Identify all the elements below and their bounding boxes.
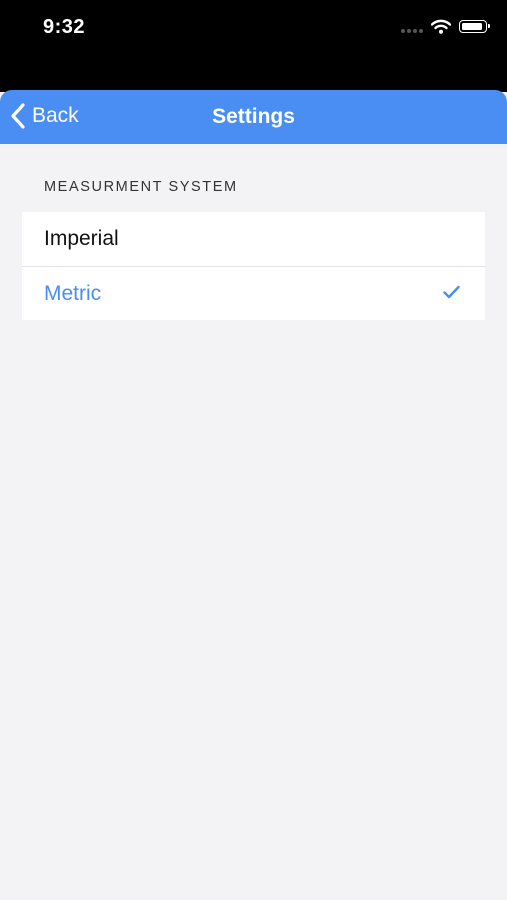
- option-label: Metric: [44, 281, 102, 305]
- section-header: MEASURMENT SYSTEM: [44, 179, 238, 195]
- signal-icon: [399, 21, 423, 33]
- option-imperial[interactable]: Imperial: [22, 212, 485, 266]
- status-time: 9:32: [43, 16, 86, 38]
- measurement-options: Imperial Metric: [22, 212, 485, 320]
- battery-icon: [459, 20, 490, 33]
- option-metric[interactable]: Metric: [22, 266, 485, 320]
- status-icons: [399, 19, 490, 34]
- page-title: Settings: [212, 105, 295, 128]
- checkmark-icon: [443, 285, 460, 299]
- status-bar: 9:32: [0, 0, 507, 92]
- navigation-bar: Back Settings: [0, 90, 507, 144]
- option-label: Imperial: [44, 227, 119, 250]
- wifi-icon: [431, 19, 451, 34]
